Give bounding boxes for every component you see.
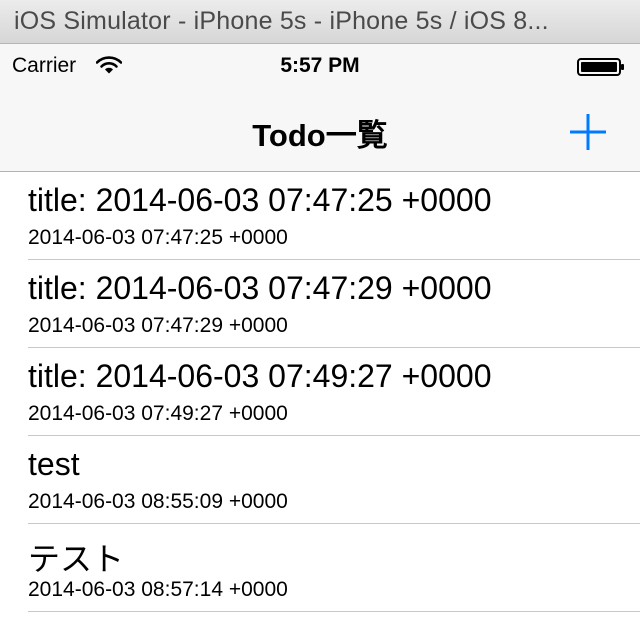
simulator-titlebar[interactable]: iOS Simulator - iPhone 5s - iPhone 5s / … — [0, 0, 640, 44]
window-title: iOS Simulator - iPhone 5s - iPhone 5s / … — [14, 7, 549, 35]
todo-title: テスト — [28, 541, 125, 577]
todo-title: title: 2014-06-03 07:47:29 +0000 — [28, 270, 492, 306]
todo-list: title: 2014-06-03 07:47:25 +0000 2014-06… — [0, 172, 640, 612]
todo-title: test — [28, 446, 80, 482]
battery-icon — [577, 58, 624, 76]
plus-icon — [570, 114, 606, 150]
todo-row[interactable]: title: 2014-06-03 07:47:29 +0000 2014-06… — [0, 260, 640, 348]
todo-date: 2014-06-03 07:49:27 +0000 — [28, 402, 288, 425]
navigation-bar: Todo一覧 — [0, 86, 640, 172]
todo-title: title: 2014-06-03 07:47:25 +0000 — [28, 182, 492, 218]
todo-date: 2014-06-03 08:57:14 +0000 — [28, 578, 288, 601]
todo-date: 2014-06-03 07:47:25 +0000 — [28, 226, 288, 249]
todo-row[interactable]: テスト 2014-06-03 08:57:14 +0000 — [0, 524, 640, 612]
status-time: 5:57 PM — [280, 54, 360, 77]
status-bar: Carrier 5:57 PM — [0, 44, 640, 86]
page-title: Todo一覧 — [252, 118, 388, 153]
todo-row[interactable]: title: 2014-06-03 07:47:25 +0000 2014-06… — [0, 172, 640, 260]
todo-date: 2014-06-03 07:47:29 +0000 — [28, 314, 288, 337]
add-todo-button[interactable] — [564, 108, 612, 156]
todo-row[interactable]: title: 2014-06-03 07:49:27 +0000 2014-06… — [0, 348, 640, 436]
todo-title: title: 2014-06-03 07:49:27 +0000 — [28, 358, 492, 394]
todo-row[interactable]: test 2014-06-03 08:55:09 +0000 — [0, 436, 640, 524]
todo-date: 2014-06-03 08:55:09 +0000 — [28, 490, 288, 513]
